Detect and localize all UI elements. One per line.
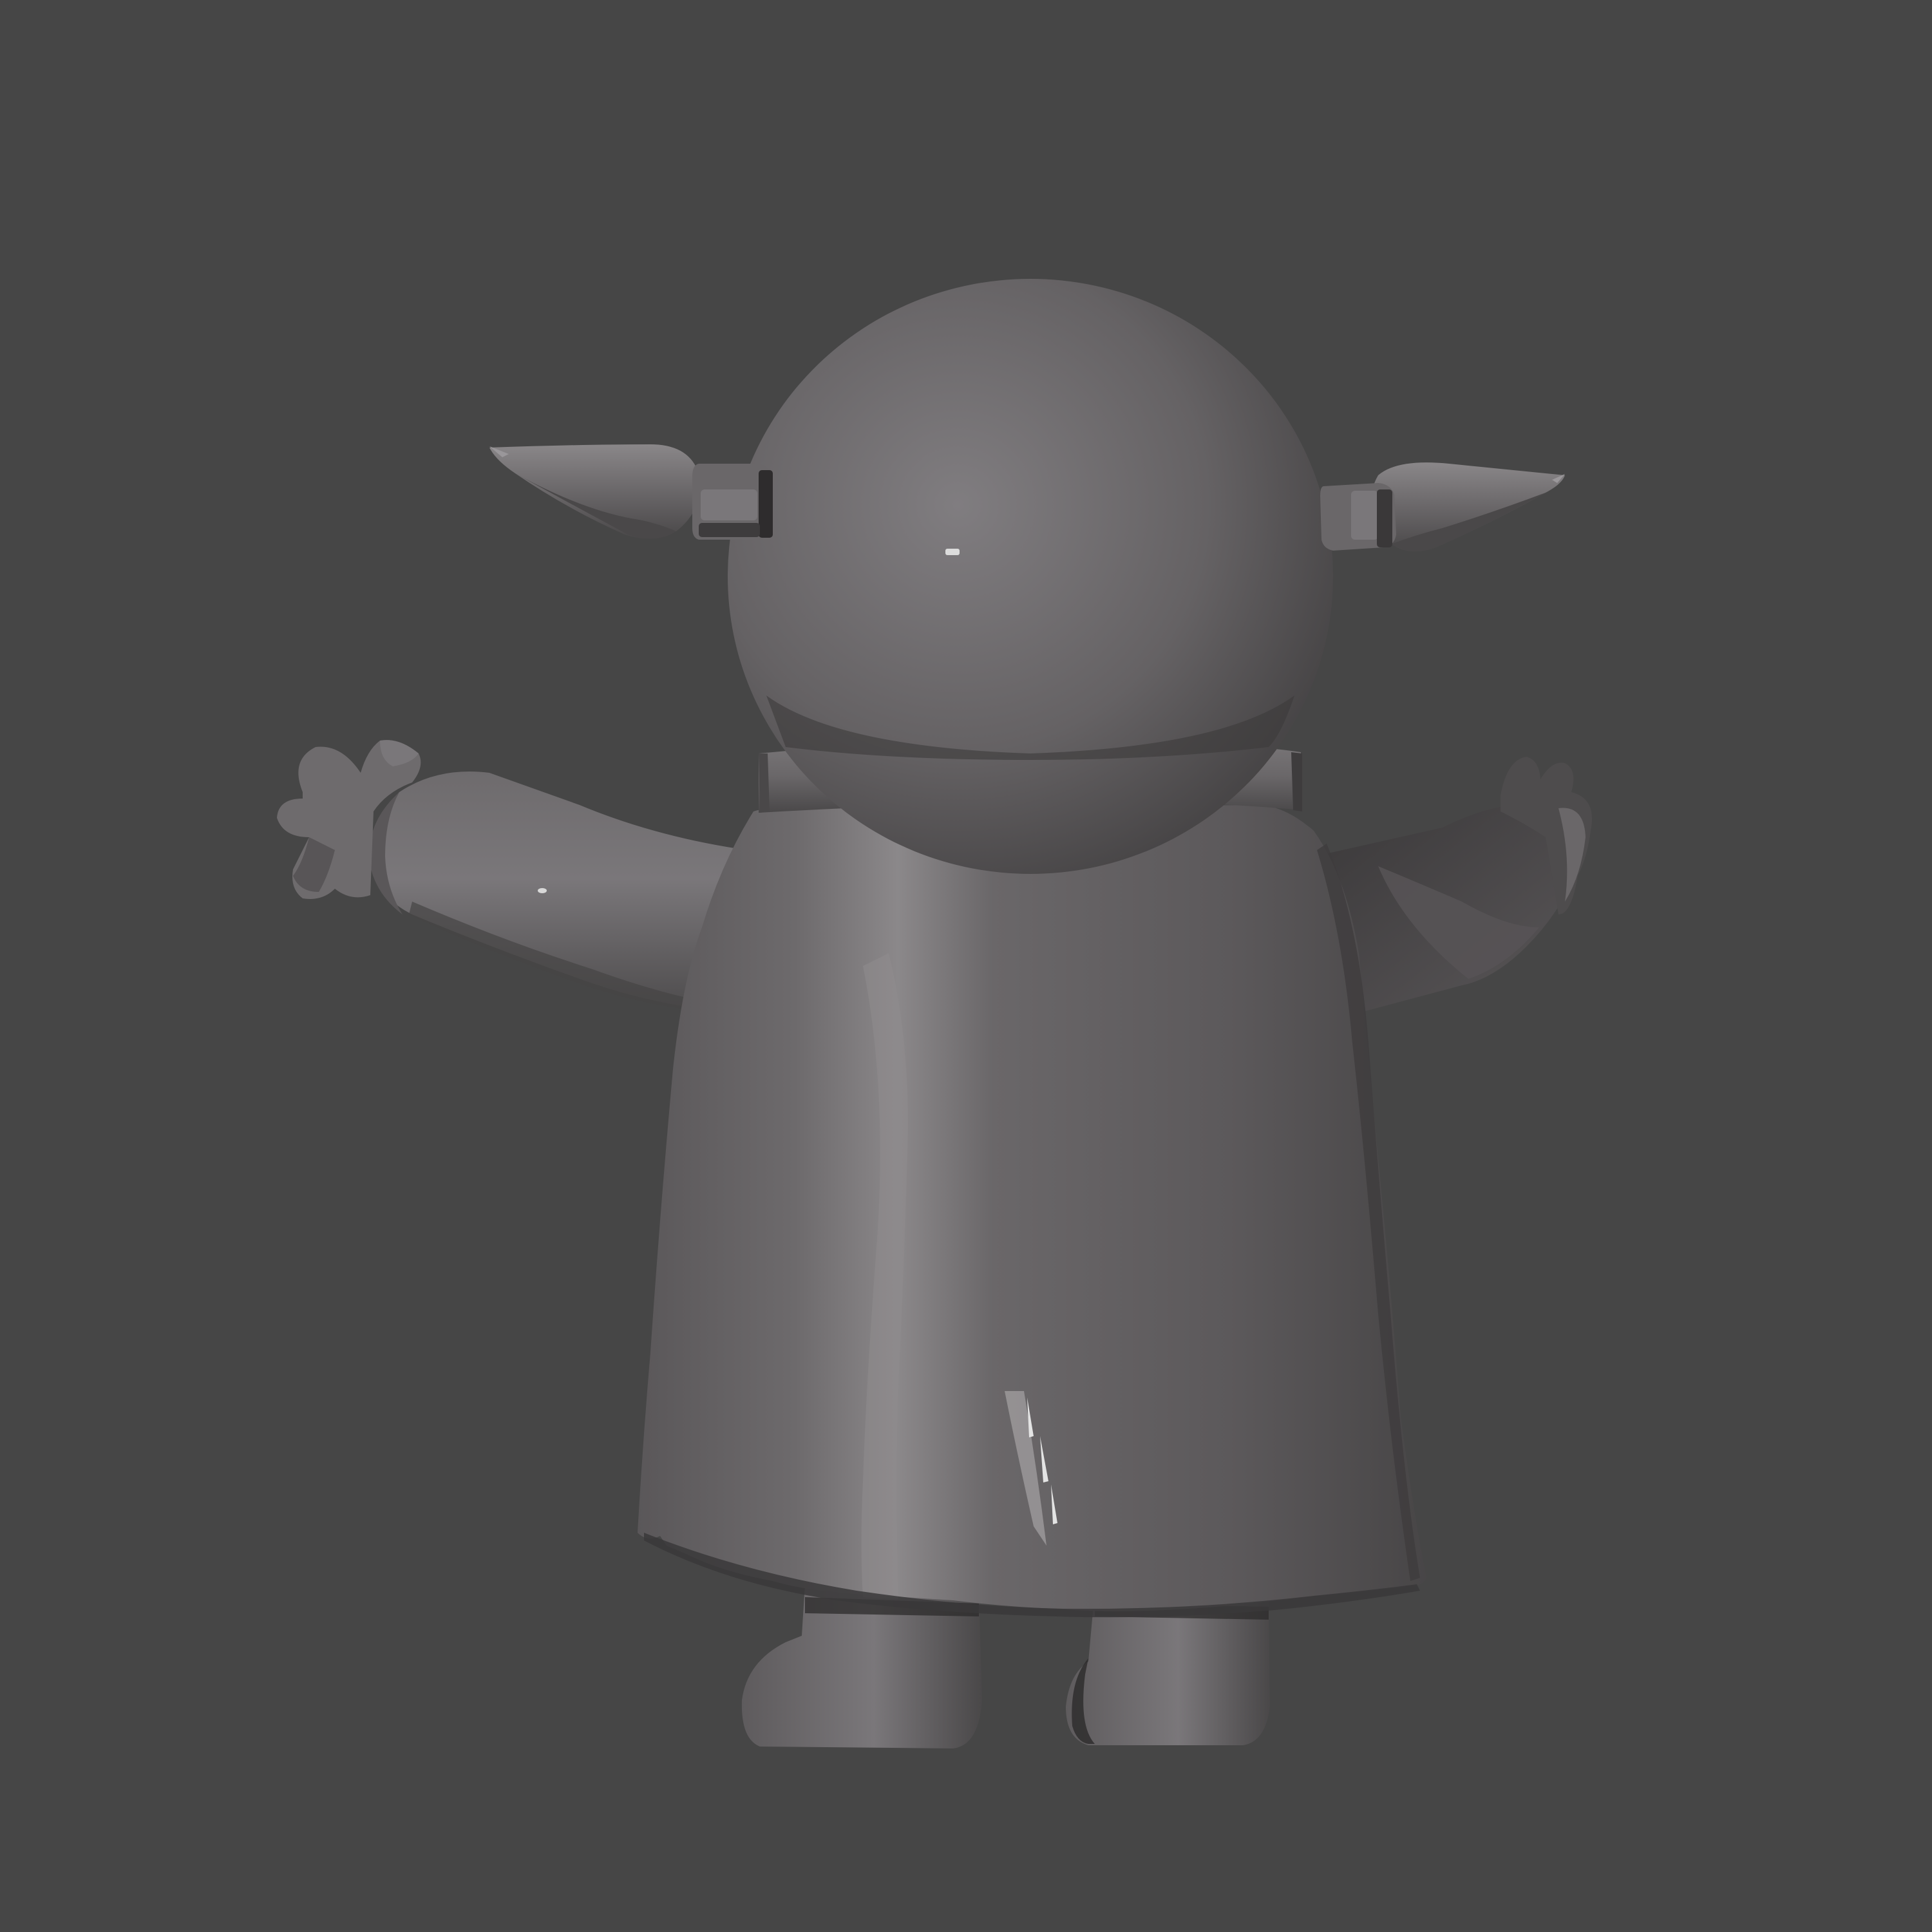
render-viewport [277, 279, 1592, 1748]
left-ear [489, 444, 700, 539]
arm-specular-highlight [538, 888, 547, 893]
head [728, 279, 1333, 874]
robe [638, 805, 1426, 1618]
right-hair-clip [1320, 483, 1396, 551]
left-hair-clip [692, 464, 773, 540]
head-specular-highlight [945, 549, 960, 555]
right-ear [1371, 462, 1565, 552]
